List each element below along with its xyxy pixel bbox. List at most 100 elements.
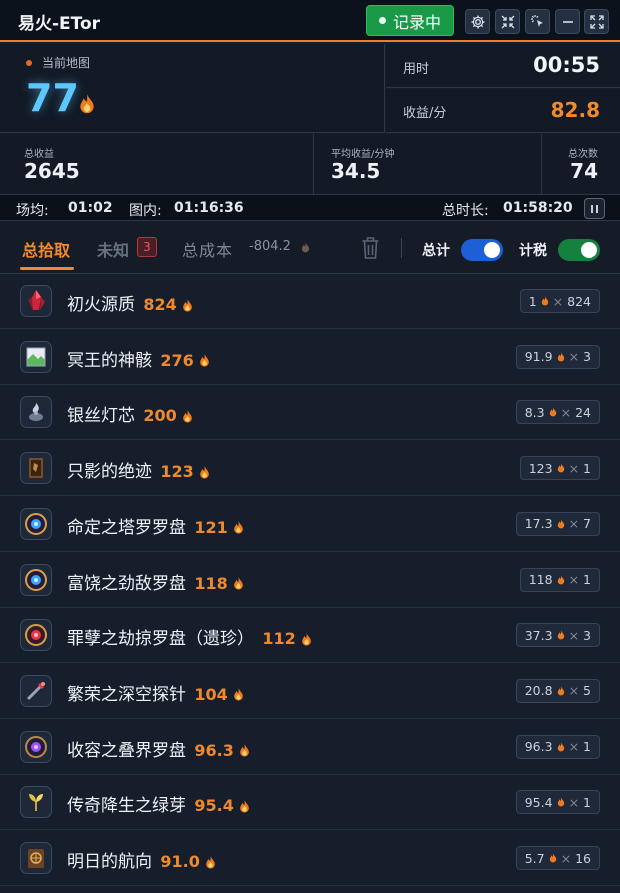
time-used-value: 00:55: [533, 53, 600, 77]
total-toggle[interactable]: [461, 239, 503, 261]
item-row[interactable]: 只影的绝迹 123 123 × 1: [0, 441, 620, 497]
field-avg-value: 01:02: [68, 200, 113, 216]
item-name: 富饶之劲敌罗盘: [67, 573, 186, 594]
times-icon: ×: [552, 293, 564, 309]
item-unit-chip: 91.9 × 3: [515, 344, 600, 369]
in-map-value: 01:16:36: [174, 200, 244, 216]
item-name: 只影的绝迹: [67, 462, 152, 483]
item-value: 91.0: [160, 852, 200, 871]
item-unit-price: 37.3: [524, 627, 553, 643]
item-count: 3: [583, 627, 591, 643]
item-name: 银丝灯芯: [67, 406, 135, 427]
click-through-button[interactable]: [525, 9, 550, 34]
item-value: 96.3: [194, 740, 234, 760]
times-icon: ×: [568, 572, 580, 587]
item-row[interactable]: 传奇降生之绿芽 95.4 95.4 × 1: [0, 775, 620, 831]
flame-icon: [234, 688, 244, 701]
flame-icon: [557, 518, 564, 529]
red-compass-icon: [20, 619, 52, 652]
item-value: 824: [143, 295, 177, 314]
orange-dot-icon: [26, 59, 32, 66]
times-icon: ×: [568, 794, 580, 810]
item-unit-price: 8.3: [524, 404, 545, 420]
time-used-cell: 用时 00:55: [386, 44, 620, 88]
income-rate-value: 82.8: [550, 98, 600, 122]
flame-icon: [557, 741, 564, 751]
current-map-label: 当前地图: [26, 54, 90, 71]
tome-icon: [20, 842, 52, 874]
avg-income-cell: 平均收益/分钟 34.5: [314, 134, 542, 194]
income-rate-cell: 收益/分 82.8: [386, 89, 620, 133]
item-row[interactable]: 繁荣之深空探针 104 20.8 × 5: [0, 664, 620, 719]
flame-icon: [206, 855, 216, 868]
item-value: 276: [160, 350, 194, 370]
item-row[interactable]: 命定之塔罗罗盘 121 17.3 × 7: [0, 497, 620, 552]
item-row[interactable]: 银丝灯芯 200 8.3 × 24: [0, 385, 620, 441]
expand-icon: [589, 14, 604, 29]
item-name: 初火源质: [67, 295, 135, 315]
purple-compass-icon: [20, 730, 52, 763]
time-summary-bar: 场均: 01:02 图内: 01:16:36 总时长: 01:58:20: [0, 194, 620, 221]
item-unit-price: 118: [528, 572, 553, 587]
item-name: 收容之叠界罗盘: [67, 740, 186, 761]
red-crystal-icon: [20, 285, 52, 317]
tax-toggle[interactable]: [558, 239, 600, 261]
item-unit-price: 1: [528, 293, 537, 309]
item-value: 118: [194, 573, 228, 593]
item-count: 3: [583, 349, 591, 365]
blue-compass-icon: [20, 507, 52, 540]
flame-icon: [557, 463, 564, 473]
item-count: 16: [575, 850, 591, 866]
item-count: 1: [583, 572, 591, 587]
blue-compass-icon: [20, 563, 52, 596]
tab-unknown[interactable]: 未知: [97, 237, 129, 261]
broken-image-icon: [20, 340, 52, 373]
flame-icon: [557, 797, 564, 807]
flame-icon: [549, 407, 556, 417]
item-row[interactable]: 收容之叠界罗盘 96.3 96.3 × 1: [0, 720, 620, 775]
total-cost-value: -804.2: [249, 239, 291, 254]
record-dot-icon: [378, 17, 386, 24]
item-row[interactable]: 富饶之劲敌罗盘 118 118 × 1: [0, 553, 620, 608]
item-row[interactable]: 明日的航向 91.0 5.7 × 16: [0, 831, 620, 886]
collapse-icon: [501, 15, 514, 28]
in-map-label: 图内:: [129, 203, 162, 219]
card-icon: [20, 452, 52, 485]
total-income-cell: 总收益 2645: [0, 134, 314, 194]
filter-tab-bar: 总拾取 未知 3 总成本 -804.2 总计 计税: [0, 222, 620, 274]
item-count: 824: [567, 293, 591, 309]
item-row[interactable]: 初火源质 824 1 × 824: [0, 274, 620, 329]
trash-icon[interactable]: [360, 236, 381, 260]
collapse-button[interactable]: [495, 9, 520, 34]
times-icon: ×: [568, 349, 580, 365]
flame-icon: [557, 574, 564, 584]
flame-icon: [541, 296, 548, 306]
times-icon: ×: [568, 739, 580, 755]
item-unit-price: 91.9: [524, 349, 553, 365]
settings-button[interactable]: [465, 9, 490, 34]
item-unit-price: 123: [528, 460, 553, 476]
item-row[interactable]: 冥王的神骸 276 91.9 × 3: [0, 330, 620, 385]
times-icon: ×: [560, 404, 572, 420]
divider: [401, 238, 402, 258]
record-button[interactable]: 记录中: [366, 5, 454, 36]
item-unit-chip: 17.3 × 7: [515, 511, 600, 536]
title-bar: 易火-ETor 记录中: [0, 0, 620, 42]
item-row[interactable]: 罪孽之劫掠罗盘（遗珍） 112 37.3 × 3: [0, 608, 620, 664]
app-title: 易火-ETor: [18, 14, 101, 34]
gear-icon: [471, 15, 484, 28]
item-count: 7: [583, 516, 591, 532]
total-toggle-label: 总计: [422, 243, 450, 259]
flame-icon: [302, 632, 312, 646]
item-unit-price: 17.3: [524, 516, 553, 532]
pause-button[interactable]: [584, 198, 605, 219]
maximize-button[interactable]: [584, 9, 609, 34]
item-unit-chip: 123 × 1: [519, 456, 600, 481]
total-duration-value: 01:58:20: [503, 200, 573, 216]
tab-total-pickup[interactable]: 总拾取: [22, 237, 70, 261]
minimize-button[interactable]: [555, 9, 580, 34]
item-name: 传奇降生之绿芽: [67, 796, 186, 817]
tax-toggle-label: 计税: [519, 243, 547, 259]
item-value: 121: [194, 517, 228, 537]
item-name: 罪孽之劫掠罗盘（遗珍）: [67, 629, 254, 650]
